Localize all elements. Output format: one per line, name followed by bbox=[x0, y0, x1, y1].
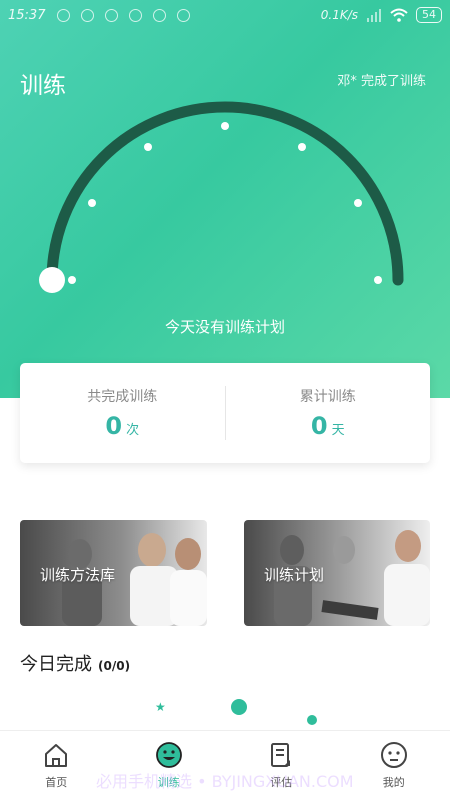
bottom-tab-bar: 首页 训练 评估 我的 bbox=[0, 730, 450, 800]
signal-icon bbox=[367, 9, 381, 22]
tab-assessment[interactable]: 评估 bbox=[225, 731, 338, 800]
tab-assessment-label: 评估 bbox=[270, 776, 293, 789]
face-icon bbox=[380, 742, 407, 768]
star-icon: ★ bbox=[155, 700, 166, 714]
home-icon bbox=[45, 744, 68, 767]
decor-dot bbox=[307, 715, 317, 725]
today-completed-heading: 今日完成 bbox=[20, 654, 92, 675]
stat-completed-label: 共完成训练 bbox=[87, 389, 158, 405]
stat-total-value: 0 bbox=[310, 412, 328, 440]
stat-completed-unit: 次 bbox=[126, 423, 140, 438]
tab-training[interactable]: 训练 bbox=[113, 731, 226, 800]
network-speed: 0.1K/s bbox=[320, 8, 358, 22]
tab-home[interactable]: 首页 bbox=[0, 731, 113, 800]
wifi-icon bbox=[390, 8, 408, 22]
gauge-tick bbox=[88, 199, 96, 207]
document-icon bbox=[271, 743, 291, 767]
tab-training-label: 训练 bbox=[157, 776, 180, 789]
status-time: 15:37 bbox=[8, 7, 46, 23]
gauge-tick bbox=[298, 143, 306, 151]
gauge-tick bbox=[221, 122, 229, 130]
method-library-card[interactable]: 训练方法库 bbox=[20, 520, 207, 626]
battery-indicator: 54 bbox=[416, 7, 442, 23]
tab-mine-label: 我的 bbox=[382, 776, 405, 789]
notification-icon bbox=[153, 8, 167, 22]
training-plan-label: 训练计划 bbox=[264, 566, 325, 584]
friend-activity-note: 邓* 完成了训练 bbox=[337, 74, 426, 89]
method-library-label: 训练方法库 bbox=[40, 566, 116, 584]
tab-home-label: 首页 bbox=[45, 776, 68, 789]
stat-total: 累计训练 0天 bbox=[226, 386, 431, 440]
stat-total-unit: 天 bbox=[331, 423, 345, 438]
gauge-tick bbox=[354, 199, 362, 207]
stats-card: 共完成训练 0次 累计训练 0天 bbox=[20, 363, 430, 463]
notification-icon bbox=[177, 8, 191, 22]
notification-icon bbox=[57, 8, 71, 22]
gauge-progress-knob bbox=[39, 267, 65, 293]
notification-icon bbox=[81, 8, 95, 22]
today-completed-title: 今日完成 (0/0) bbox=[20, 650, 130, 676]
training-progress-gauge bbox=[39, 101, 404, 293]
notification-icon bbox=[105, 8, 119, 22]
tab-mine[interactable]: 我的 bbox=[338, 731, 450, 800]
decorative-dots: ★ bbox=[155, 699, 317, 725]
training-plan-card[interactable]: 训练计划 bbox=[244, 520, 430, 626]
plan-status-text: 今天没有训练计划 bbox=[164, 318, 285, 336]
stat-completed-value: 0 bbox=[105, 412, 123, 440]
gauge-arc bbox=[46, 101, 404, 286]
gauge-tick bbox=[68, 276, 76, 284]
smile-icon bbox=[155, 742, 182, 768]
gauge-tick bbox=[374, 276, 382, 284]
today-completed-count: (0/0) bbox=[98, 659, 131, 673]
stat-total-label: 累计训练 bbox=[299, 389, 356, 405]
gauge-tick bbox=[144, 143, 152, 151]
notification-icon bbox=[129, 8, 143, 22]
status-bar: 15:37 0.1K/s 54 bbox=[0, 0, 450, 30]
stat-completed: 共完成训练 0次 bbox=[20, 386, 225, 440]
decor-dot bbox=[231, 699, 247, 715]
